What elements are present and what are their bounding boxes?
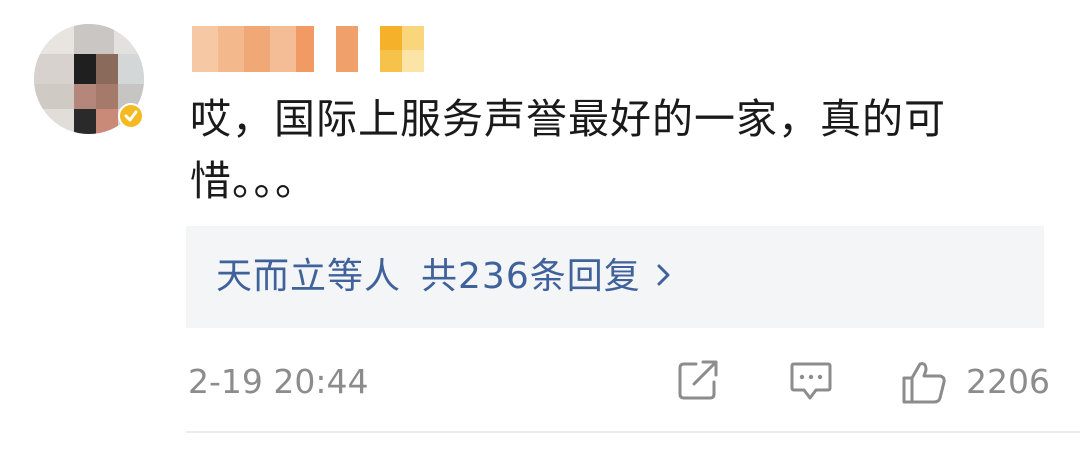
chevron-right-icon	[655, 227, 673, 329]
thumbs-up-icon[interactable]	[900, 358, 948, 410]
like-count: 2206	[966, 362, 1050, 401]
reply-users: 天而立等人	[216, 256, 402, 297]
view-replies-link[interactable]: 天而立等人 共236条回复	[216, 226, 673, 328]
reply-count: 共236条回复	[421, 256, 641, 297]
comment-text: 哎，国际上服务声誉最好的一家，真的可惜。。。	[190, 95, 946, 205]
replies-panel[interactable]: 天而立等人 共236条回复	[186, 226, 1044, 328]
verified-badge-icon	[118, 103, 144, 129]
timestamp: 2-19 20:44	[188, 362, 369, 401]
divider	[186, 431, 1080, 433]
comment-icon[interactable]	[788, 358, 834, 408]
share-icon[interactable]	[676, 358, 720, 406]
username-redacted[interactable]	[188, 22, 448, 74]
